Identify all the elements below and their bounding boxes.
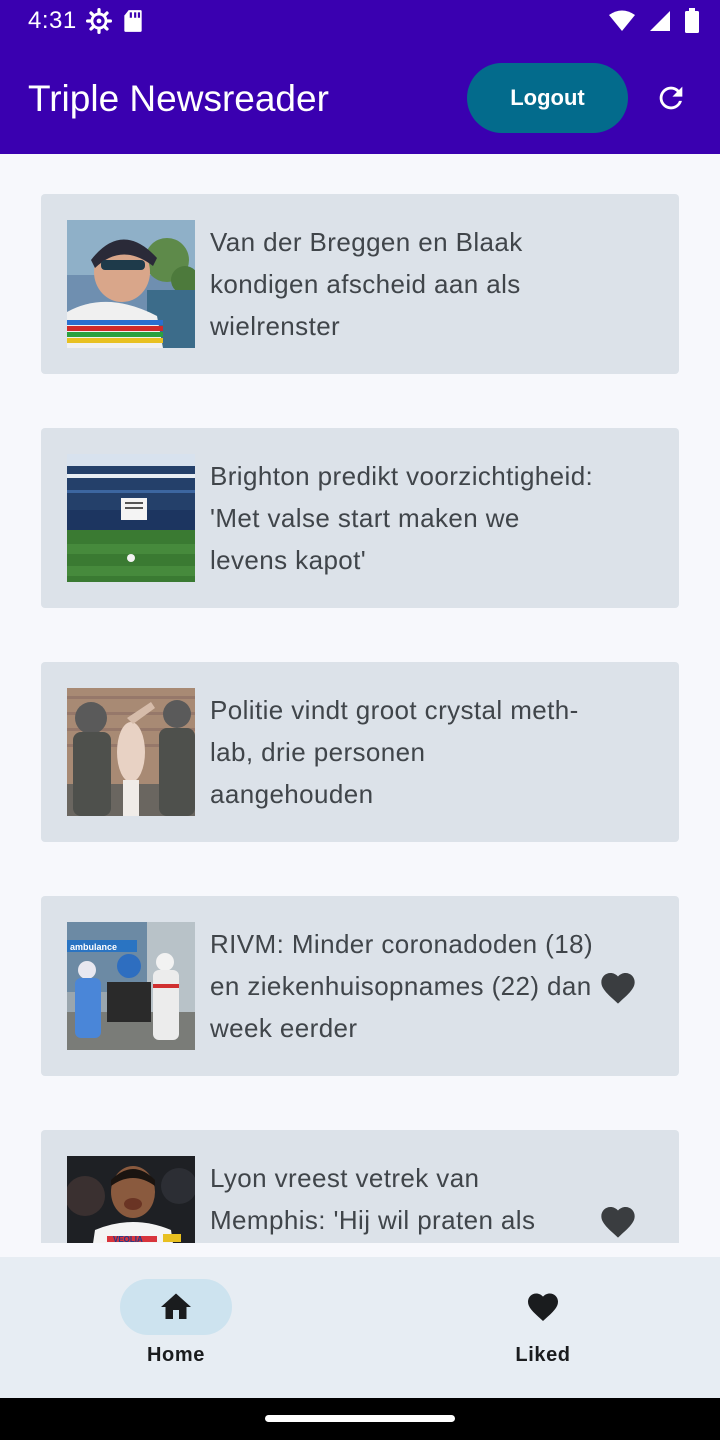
article-thumbnail: ambulance bbox=[67, 922, 195, 1050]
article-thumbnail bbox=[67, 688, 195, 816]
status-time: 4:31 bbox=[28, 7, 77, 34]
nav-item-liked[interactable]: Liked bbox=[360, 1257, 720, 1398]
wifi-icon bbox=[609, 10, 635, 31]
refresh-button[interactable] bbox=[651, 78, 691, 118]
nav-label-home: Home bbox=[147, 1344, 205, 1366]
article-thumbnail: VEOLIA bbox=[67, 1156, 195, 1243]
article-title: Brighton predikt voorzichtigheid: 'Met v… bbox=[210, 461, 594, 575]
nav-label-liked: Liked bbox=[515, 1344, 571, 1366]
heart-icon bbox=[601, 973, 635, 1004]
news-card[interactable]: VEOLIA Lyon vreest vetrek van Memphis: '… bbox=[41, 1130, 679, 1243]
logout-button[interactable]: Logout bbox=[467, 63, 628, 133]
app-title: Triple Newsreader bbox=[28, 78, 329, 119]
home-gesture-handle[interactable] bbox=[265, 1415, 455, 1422]
like-button[interactable] bbox=[598, 968, 638, 1008]
heart-icon bbox=[528, 1293, 558, 1322]
status-bar: 4:31 bbox=[0, 0, 720, 44]
news-card[interactable]: ambulance RIVM: Minder coronadoden (18) … bbox=[41, 896, 679, 1076]
news-card[interactable]: Politie vindt groot crystal meth-lab, dr… bbox=[41, 662, 679, 842]
home-icon bbox=[161, 1293, 191, 1319]
signal-icon bbox=[650, 11, 670, 31]
nav-item-home[interactable]: Home bbox=[0, 1257, 360, 1398]
status-right-icons bbox=[608, 8, 700, 34]
heart-icon bbox=[601, 1207, 635, 1238]
like-button[interactable] bbox=[598, 1202, 638, 1242]
news-card[interactable]: Brighton predikt voorzichtigheid: 'Met v… bbox=[41, 428, 679, 608]
sd-card-icon bbox=[124, 10, 142, 32]
gesture-bar bbox=[0, 1398, 720, 1440]
bottom-navigation: Home Liked bbox=[0, 1257, 720, 1398]
article-title: Van der Breggen en Blaak kondigen afsche… bbox=[210, 227, 523, 341]
article-thumbnail bbox=[67, 220, 195, 348]
news-list[interactable]: Van der Breggen en Blaak kondigen afsche… bbox=[0, 154, 720, 1243]
news-card[interactable]: Van der Breggen en Blaak kondigen afsche… bbox=[41, 194, 679, 374]
gear-icon bbox=[86, 8, 112, 34]
battery-icon bbox=[685, 8, 699, 33]
article-title: Lyon vreest vetrek van Memphis: 'Hij wil… bbox=[210, 1163, 536, 1235]
ambulance-sign-text: ambulance bbox=[70, 942, 117, 952]
refresh-icon bbox=[659, 86, 683, 110]
status-left-icons bbox=[86, 8, 144, 34]
article-title: RIVM: Minder coronadoden (18) en ziekenh… bbox=[210, 929, 594, 1043]
app-bar: Triple Newsreader Logout bbox=[0, 44, 720, 154]
article-title: Politie vindt groot crystal meth-lab, dr… bbox=[210, 695, 579, 809]
article-thumbnail bbox=[67, 454, 195, 582]
jersey-sponsor-text: VEOLIA bbox=[113, 1235, 143, 1243]
